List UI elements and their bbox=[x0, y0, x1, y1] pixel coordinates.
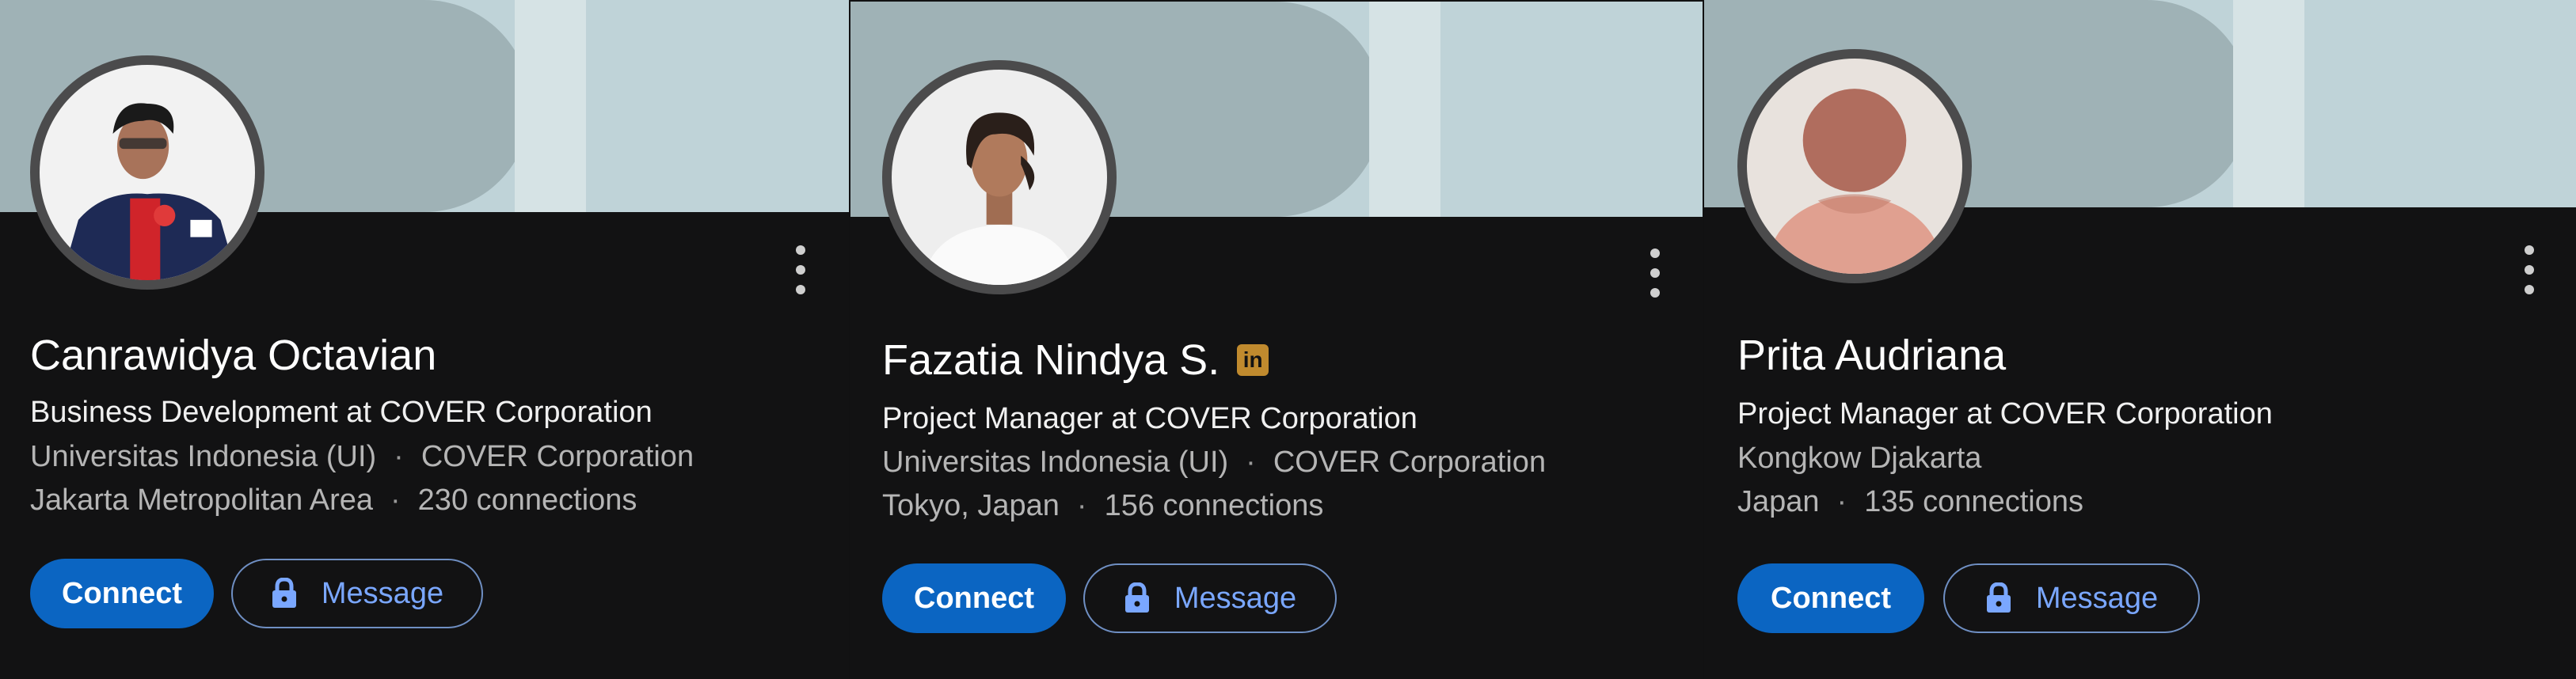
message-button[interactable]: Message bbox=[1083, 563, 1337, 633]
profile-location-connections: Japan · 135 connections bbox=[1737, 485, 2083, 519]
message-button[interactable]: Message bbox=[1943, 563, 2200, 633]
more-vertical-icon[interactable] bbox=[2520, 242, 2539, 298]
lock-icon bbox=[272, 578, 296, 608]
profile-headline: Project Manager at COVER Corporation bbox=[882, 402, 1417, 435]
profile-company: COVER Corporation bbox=[420, 440, 694, 473]
profile-location-connections: Jakarta Metropolitan Area · 230 connection… bbox=[30, 484, 637, 518]
separator-dot: · bbox=[1076, 489, 1087, 522]
separator-dot: · bbox=[390, 484, 401, 517]
profile-location: Japan bbox=[1737, 485, 1820, 518]
profile-location-connections: Tokyo, Japan · 156 connections bbox=[882, 489, 1323, 523]
message-button[interactable]: Message bbox=[231, 559, 483, 628]
profile-avatar[interactable] bbox=[882, 60, 1117, 294]
lock-icon bbox=[1124, 582, 1149, 613]
profile-name[interactable]: Canrawidya Octavian bbox=[30, 331, 436, 380]
more-vertical-icon[interactable] bbox=[791, 242, 810, 298]
profile-name[interactable]: Prita Audriana bbox=[1737, 331, 2006, 380]
profile-headline: Business Development at COVER Corporatio… bbox=[30, 396, 653, 429]
message-label: Message bbox=[1174, 581, 1297, 615]
profile-avatar[interactable] bbox=[30, 55, 264, 290]
linkedin-premium-icon: in bbox=[1237, 343, 1269, 376]
profile-avatar[interactable] bbox=[1737, 49, 1972, 283]
separator-dot: · bbox=[394, 440, 404, 473]
separator-dot: · bbox=[1246, 446, 1256, 479]
profile-card: Prita Audriana Project Manager at COVER … bbox=[1704, 0, 2576, 679]
separator-dot: · bbox=[1836, 485, 1847, 518]
message-label: Message bbox=[321, 576, 444, 610]
profile-company: COVER Corporation bbox=[1273, 446, 1547, 479]
message-label: Message bbox=[2035, 581, 2159, 615]
connect-button[interactable]: Connect bbox=[30, 559, 214, 628]
profile-name-text: Fazatia Nindya S. bbox=[882, 336, 1220, 384]
profile-education-company: Universitas Indonesia (UI) · COVER Corpora… bbox=[882, 446, 1546, 480]
lock-icon bbox=[1986, 582, 2011, 613]
profile-school: Kongkow Djakarta bbox=[1737, 442, 1982, 475]
profile-connections: 156 connections bbox=[1104, 489, 1324, 522]
more-vertical-icon[interactable] bbox=[1646, 245, 1665, 301]
profile-location: Tokyo, Japan bbox=[882, 489, 1060, 522]
profile-connections: 135 connections bbox=[1864, 485, 2083, 518]
profile-headline: Project Manager at COVER Corporation bbox=[1737, 397, 2273, 431]
profile-card: Canrawidya Octavian Business Development… bbox=[0, 0, 849, 679]
profile-name[interactable]: Fazatia Nindya S. in bbox=[882, 336, 1269, 385]
profile-education-company: Universitas Indonesia (UI) · COVER Corpora… bbox=[30, 440, 694, 474]
profile-school: Universitas Indonesia (UI) bbox=[882, 446, 1229, 479]
connect-button[interactable]: Connect bbox=[1737, 563, 1924, 633]
profile-connections: 230 connections bbox=[417, 484, 637, 517]
profile-location: Jakarta Metropolitan Area bbox=[30, 484, 374, 517]
connect-button[interactable]: Connect bbox=[882, 563, 1066, 633]
profile-school: Universitas Indonesia (UI) bbox=[30, 440, 377, 473]
profile-card: Fazatia Nindya S. in Project Manager at C… bbox=[850, 0, 1703, 679]
